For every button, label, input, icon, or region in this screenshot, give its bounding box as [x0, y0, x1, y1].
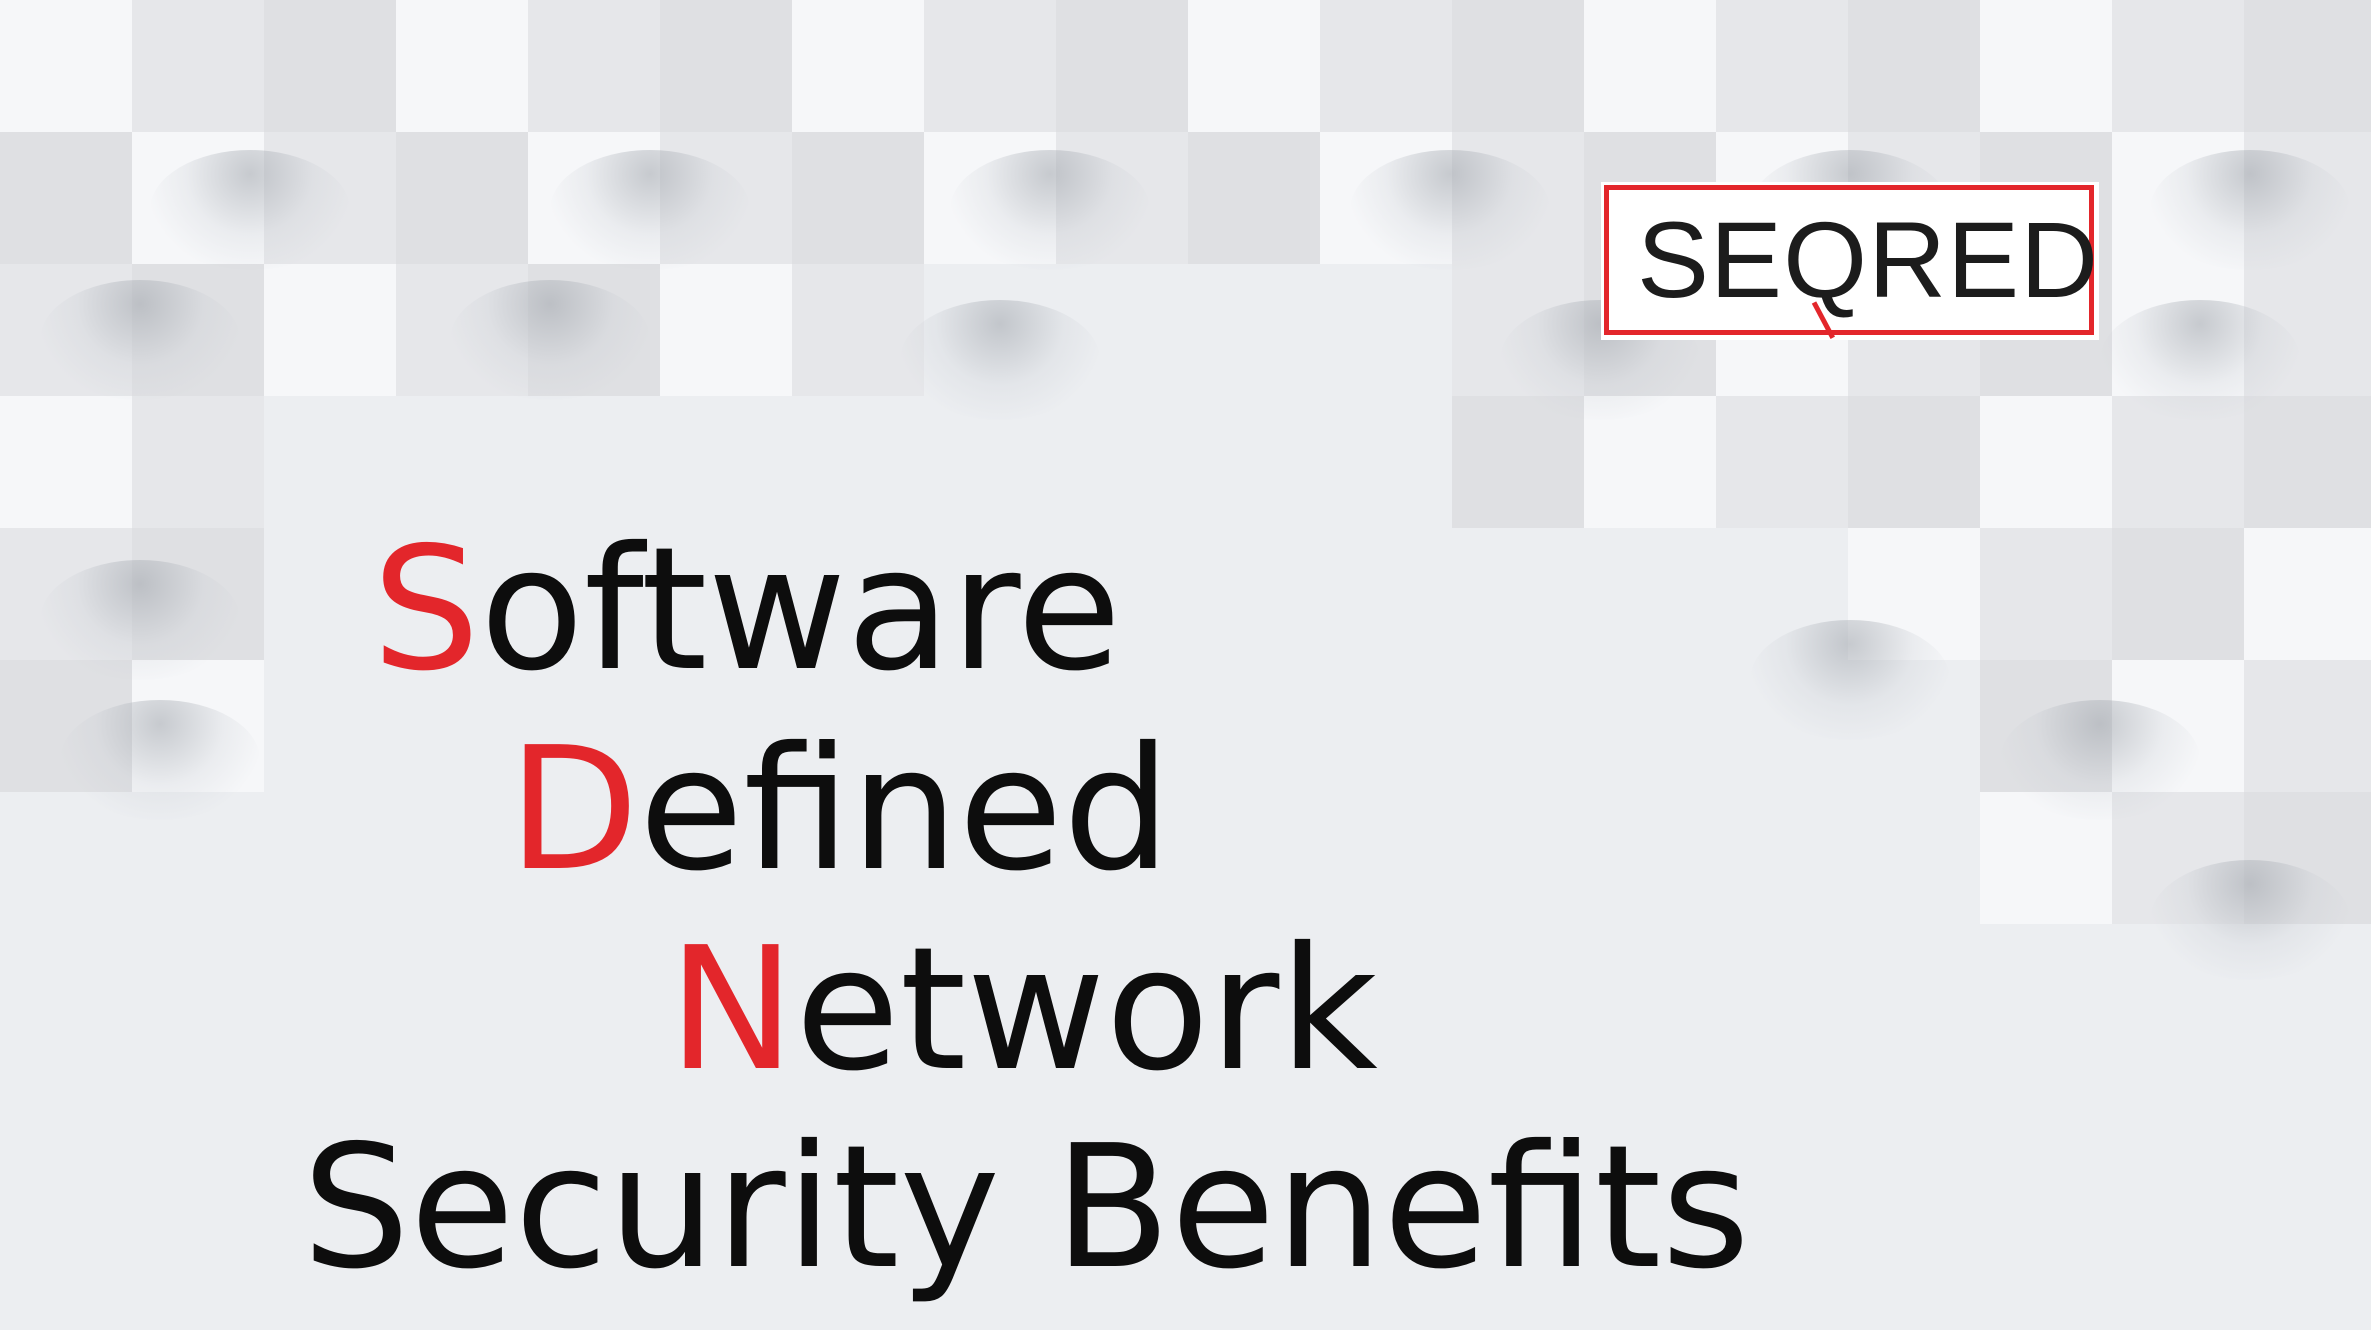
tile-shadow	[550, 150, 750, 270]
background-tile	[2112, 0, 2244, 132]
tile-shadow	[40, 560, 240, 680]
title-line-network: Network	[668, 910, 1378, 1110]
tile-shadow	[2000, 700, 2200, 820]
tile-shadow	[2150, 150, 2350, 270]
background-tile	[660, 264, 792, 396]
background-tile	[396, 132, 528, 264]
background-tile	[0, 396, 132, 528]
tile-shadow	[1750, 620, 1950, 740]
background-tile	[132, 396, 264, 528]
initial-d: D	[508, 711, 639, 909]
background-tile	[264, 264, 396, 396]
word-rest: etwork	[795, 911, 1378, 1109]
tile-shadow	[900, 300, 1100, 420]
background-tile	[0, 0, 132, 132]
background-tile	[396, 0, 528, 132]
seqred-logo: SEQRED	[1601, 182, 2099, 340]
word-rest: efined	[638, 711, 1171, 909]
background-tile	[792, 0, 924, 132]
title-line-security-benefits: Security Benefits	[302, 1109, 1750, 1307]
background-tile	[2244, 0, 2371, 132]
title-line-software: Software	[372, 510, 1121, 710]
background-tile	[132, 0, 264, 132]
background-tile	[1584, 0, 1716, 132]
logo-wordmark: SEQRED	[1637, 199, 2100, 320]
background-tile	[264, 0, 396, 132]
tile-shadow	[2100, 300, 2300, 420]
background-tile	[1452, 0, 1584, 132]
background-tile	[1188, 0, 1320, 132]
tile-shadow	[60, 700, 260, 820]
background-tile	[1980, 528, 2112, 660]
background-tile	[1320, 0, 1452, 132]
background-tile	[924, 0, 1056, 132]
background-tile	[1188, 132, 1320, 264]
background-tile	[1716, 396, 1848, 528]
background-tile	[2112, 528, 2244, 660]
background-tile	[2244, 396, 2371, 528]
tile-shadow	[1350, 150, 1550, 270]
background-tile	[1716, 0, 1848, 132]
title-card: SEQRED Software Defined Network Security…	[0, 0, 2371, 1330]
background-tile	[2244, 528, 2371, 660]
title-line-defined: Defined	[508, 710, 1171, 910]
tile-shadow	[150, 150, 350, 270]
tile-shadow	[950, 150, 1150, 270]
background-tile	[792, 132, 924, 264]
background-tile	[1980, 396, 2112, 528]
background-tile	[0, 132, 132, 264]
tile-shadow	[450, 280, 650, 400]
initial-n: N	[668, 911, 796, 1109]
background-tile	[1848, 0, 1980, 132]
tile-shadow	[40, 280, 240, 400]
background-tile	[528, 0, 660, 132]
background-tile	[1848, 396, 1980, 528]
word-rest: oftware	[479, 511, 1122, 709]
background-tile	[1056, 0, 1188, 132]
background-tile	[1980, 0, 2112, 132]
background-tile	[2244, 660, 2371, 792]
background-tile	[660, 0, 792, 132]
tile-shadow	[2150, 860, 2350, 980]
initial-s: S	[372, 511, 480, 709]
